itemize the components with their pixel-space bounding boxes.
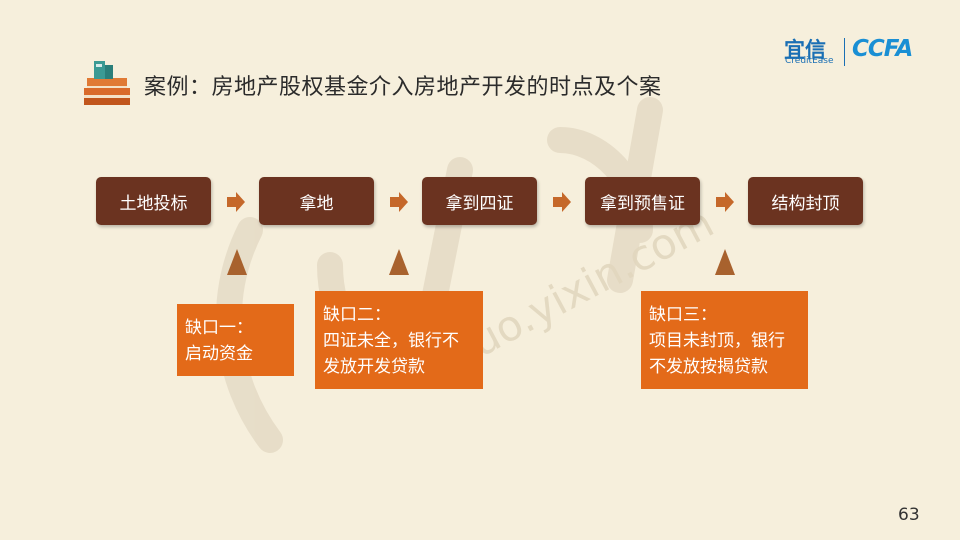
logo-divider <box>844 38 845 66</box>
step-structure-topping: 结构封顶 <box>748 177 863 225</box>
logo-partner: CCFA <box>852 36 913 62</box>
right-arrow-icon <box>553 192 571 212</box>
step-presale-certificate: 拿到预售证 <box>585 177 700 225</box>
gap-line: 启动资金 <box>185 344 253 364</box>
step-four-certificates: 拿到四证 <box>422 177 537 225</box>
up-triangle-icon <box>227 249 247 275</box>
up-triangle-icon <box>389 249 409 275</box>
books-icon <box>84 61 130 105</box>
gap-title: 缺口三： <box>649 305 717 325</box>
gap-box-3: 缺口三： 项目未封顶，银行 不发放按揭贷款 <box>641 291 808 389</box>
logo-sub: CreditEase <box>785 56 834 66</box>
gap-box-1: 缺口一： 启动资金 <box>177 304 294 376</box>
up-triangle-icon <box>715 249 735 275</box>
right-arrow-icon <box>227 192 245 212</box>
step-acquire-land: 拿地 <box>259 177 374 225</box>
gap-title: 缺口一： <box>185 318 253 338</box>
gap-line: 发放开发贷款 <box>323 357 425 377</box>
gap-line: 四证未全，银行不 <box>323 331 459 351</box>
page-number: 63 <box>898 505 920 525</box>
gap-line: 不发放按揭贷款 <box>649 357 768 377</box>
step-land-bidding: 土地投标 <box>96 177 211 225</box>
gap-title: 缺口二： <box>323 305 391 325</box>
gap-box-2: 缺口二： 四证未全，银行不 发放开发贷款 <box>315 291 483 389</box>
right-arrow-icon <box>716 192 734 212</box>
page-title: 案例：房地产股权基金介入房地产开发的时点及个案 <box>144 75 662 100</box>
right-arrow-icon <box>390 192 408 212</box>
brand-logo: 宜信 CreditEase CCFA <box>784 36 934 70</box>
gap-line: 项目未封顶，银行 <box>649 331 785 351</box>
